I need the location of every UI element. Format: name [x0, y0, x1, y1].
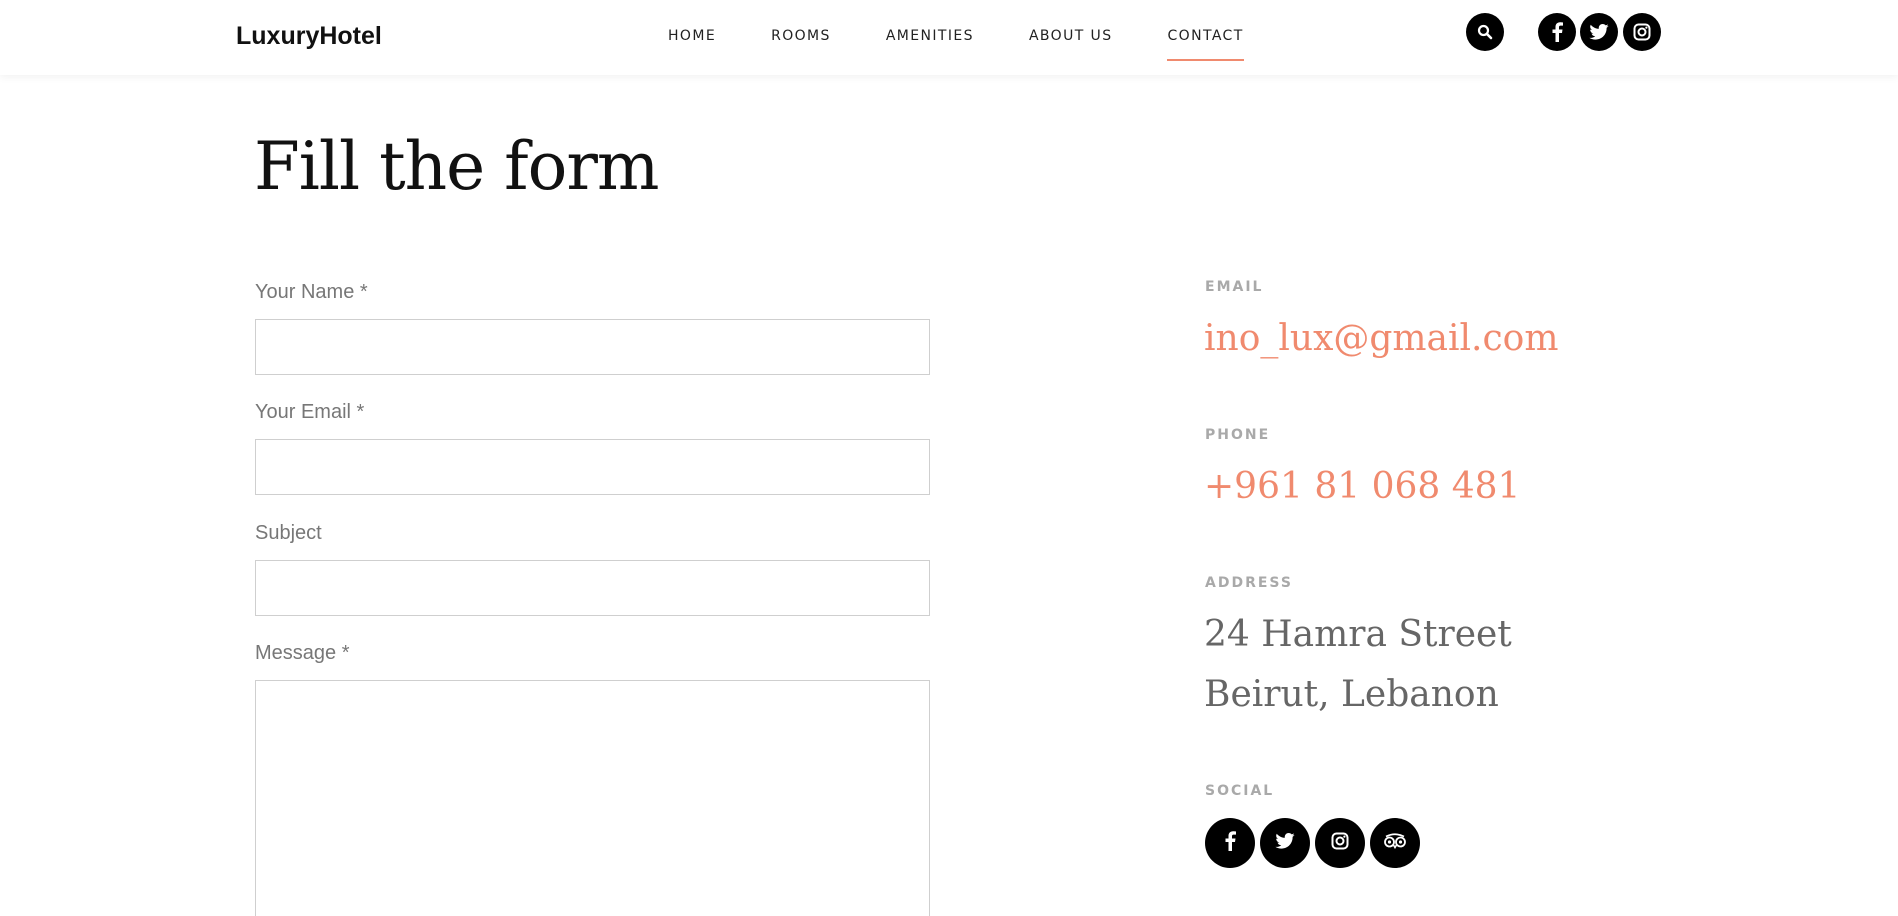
phone-info-label: PHONE	[1205, 427, 1271, 443]
social-info-label: SOCIAL	[1205, 783, 1275, 799]
nav-item-home[interactable]: HOME	[668, 0, 716, 75]
social-facebook-button[interactable]	[1205, 818, 1255, 868]
address-line-2: Beirut, Lebanon	[1204, 674, 1499, 715]
header-facebook-button[interactable]	[1538, 13, 1576, 51]
twitter-icon	[1589, 24, 1609, 40]
social-instagram-button[interactable]	[1315, 818, 1365, 868]
facebook-icon	[1551, 22, 1563, 42]
nav-item-amenities[interactable]: AMENITIES	[886, 0, 974, 75]
nav-item-contact[interactable]: CONTACT	[1167, 0, 1244, 75]
message-field[interactable]	[255, 680, 930, 916]
name-field[interactable]	[255, 319, 930, 375]
social-tripadvisor-button[interactable]	[1370, 818, 1420, 868]
site-header: LuxuryHotel HOME ROOMS AMENITIES ABOUT U…	[0, 0, 1898, 75]
phone-info-value[interactable]: +961 81 068 481	[1204, 466, 1520, 507]
facebook-icon	[1224, 830, 1236, 856]
page-title: Fill the form	[254, 128, 659, 205]
email-info-value[interactable]: ino_lux@gmail.com	[1204, 318, 1558, 359]
header-twitter-button[interactable]	[1580, 13, 1618, 51]
site-logo[interactable]: LuxuryHotel	[236, 22, 382, 51]
email-info-label: EMAIL	[1205, 279, 1264, 295]
search-icon	[1477, 24, 1493, 40]
social-twitter-button[interactable]	[1260, 818, 1310, 868]
instagram-icon	[1633, 23, 1651, 41]
header-instagram-button[interactable]	[1623, 13, 1661, 51]
email-label: Your Email *	[255, 401, 365, 423]
nav-item-rooms[interactable]: ROOMS	[771, 0, 831, 75]
social-links	[1205, 818, 1420, 868]
instagram-icon	[1331, 832, 1349, 855]
email-field[interactable]	[255, 439, 930, 495]
subject-label: Subject	[255, 522, 322, 544]
main-nav: HOME ROOMS AMENITIES ABOUT US CONTACT	[668, 0, 1244, 75]
subject-field[interactable]	[255, 560, 930, 616]
search-button[interactable]	[1466, 13, 1504, 51]
tripadvisor-icon	[1383, 832, 1407, 854]
message-label: Message *	[255, 642, 350, 664]
address-info-label: ADDRESS	[1205, 575, 1293, 591]
nav-item-about-us[interactable]: ABOUT US	[1029, 0, 1113, 75]
name-label: Your Name *	[255, 281, 368, 303]
twitter-icon	[1275, 832, 1295, 854]
address-line-1: 24 Hamra Street	[1204, 614, 1512, 655]
